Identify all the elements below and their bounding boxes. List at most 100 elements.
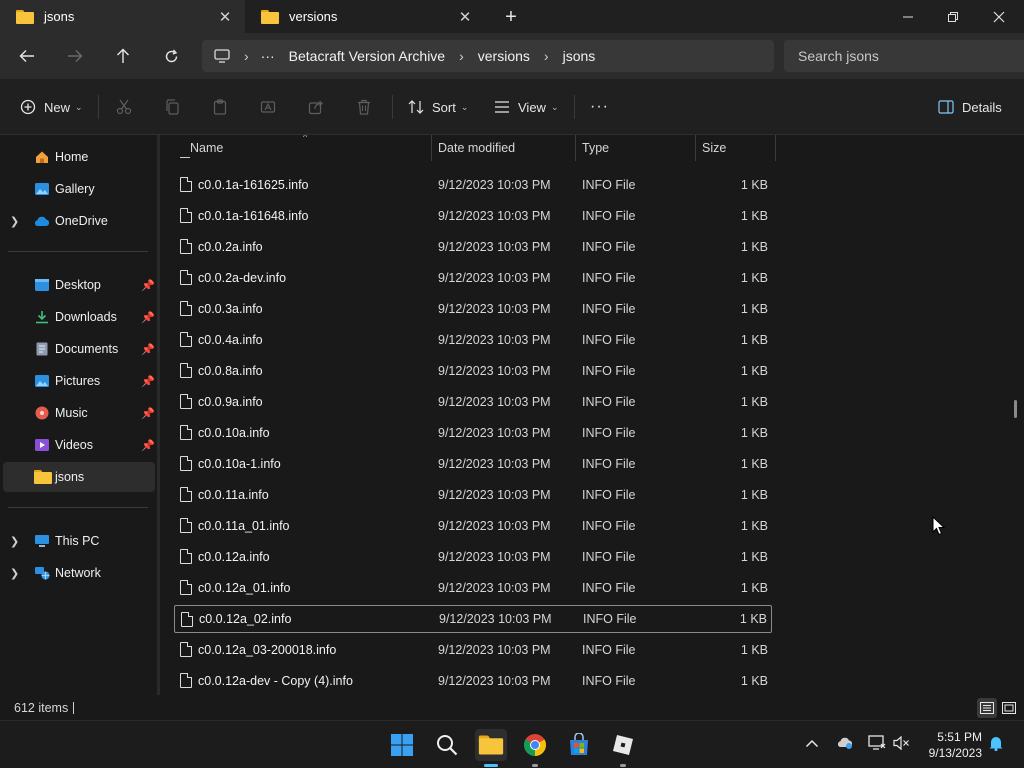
show-hidden-icons-button[interactable]	[805, 735, 819, 751]
paste-button[interactable]	[212, 93, 228, 121]
store-taskbar-button[interactable]	[563, 729, 595, 761]
delete-button[interactable]	[356, 93, 372, 121]
sidebar-item-desktop[interactable]: Desktop 📌	[0, 270, 157, 300]
chevron-right-icon[interactable]: ❯	[10, 535, 19, 548]
table-row[interactable]: c0.0.1a-161648.info 9/12/2023 10:03 PM INF…	[174, 202, 772, 230]
up-button[interactable]	[107, 41, 139, 71]
sidebar-item-home[interactable]: Home	[0, 142, 157, 172]
network-tray-button[interactable]	[868, 735, 886, 754]
table-row[interactable]: c0.0.11a.info 9/12/2023 10:03 PM INFO File…	[174, 481, 772, 509]
notifications-button[interactable]	[988, 735, 1004, 754]
file-icon	[180, 642, 192, 657]
details-button[interactable]: Details	[938, 93, 1002, 121]
tiles-view-icon	[1002, 702, 1016, 714]
table-row[interactable]: c0.0.12a_02.info 9/12/2023 10:03 PM INFO F…	[174, 605, 772, 633]
tiles-view-button[interactable]	[999, 698, 1019, 718]
details-view-button[interactable]	[977, 698, 997, 718]
close-tab-icon[interactable]: ✕	[453, 5, 477, 29]
table-row[interactable]: c0.0.1a-161625.info 9/12/2023 10:03 PM INF…	[174, 171, 772, 199]
see-more-button[interactable]: ···	[590, 93, 609, 121]
tab-versions[interactable]: versions ✕	[245, 0, 485, 33]
column-header-size[interactable]: Size	[702, 135, 726, 161]
clipboard-icon	[213, 99, 227, 115]
table-row[interactable]: c0.0.10a.info 9/12/2023 10:03 PM INFO File…	[174, 419, 772, 447]
running-app-indicator	[532, 764, 538, 767]
column-divider[interactable]	[695, 135, 696, 161]
pictures-icon	[35, 375, 49, 387]
cut-button[interactable]	[116, 93, 132, 121]
rename-button[interactable]	[260, 93, 276, 121]
file-explorer-taskbar-button[interactable]	[475, 729, 507, 761]
file-name: c0.0.10a-1.info	[198, 457, 281, 471]
column-divider[interactable]	[431, 135, 432, 161]
sidebar-item-music[interactable]: Music 📌	[0, 398, 157, 428]
volume-tray-button[interactable]	[893, 735, 911, 754]
title-bar: jsons ✕ versions ✕ +	[0, 0, 1024, 33]
sidebar-item-network[interactable]: ❯ Network	[0, 558, 157, 588]
column-divider[interactable]	[575, 135, 576, 161]
sidebar-item-jsons[interactable]: jsons	[3, 462, 155, 492]
file-icon	[180, 487, 192, 502]
table-row[interactable]: c0.0.2a-dev.info 9/12/2023 10:03 PM INFO F…	[174, 264, 772, 292]
restore-button[interactable]	[930, 0, 976, 33]
search-input[interactable]: Search jsons	[784, 40, 1024, 72]
table-row[interactable]: c0.0.12a_03-200018.info 9/12/2023 10:03 P…	[174, 636, 772, 664]
close-tab-icon[interactable]: ✕	[213, 5, 237, 29]
back-button[interactable]	[11, 41, 43, 71]
file-size: 1 KB	[740, 271, 768, 285]
breadcrumb-versions[interactable]: versions	[478, 48, 530, 64]
table-row[interactable]: c0.0.4a.info 9/12/2023 10:03 PM INFO File 1…	[174, 326, 772, 354]
table-row[interactable]: c0.0.2a.info 9/12/2023 10:03 PM INFO File 1…	[174, 233, 772, 261]
table-row[interactable]: c0.0.3a.info 9/12/2023 10:03 PM INFO File 1…	[174, 295, 772, 323]
sidebar-item-gallery[interactable]: Gallery	[0, 174, 157, 204]
table-row[interactable]: c0.0.12a-dev - Copy (4).info 9/12/2023 10…	[174, 667, 772, 695]
mouse-cursor-icon	[932, 516, 946, 536]
column-divider[interactable]	[775, 135, 776, 161]
copy-button[interactable]	[164, 93, 180, 121]
new-button[interactable]: New ⌄	[20, 93, 83, 121]
view-button[interactable]: View ⌄	[494, 93, 559, 121]
table-row[interactable]: c0.0.9a.info 9/12/2023 10:03 PM INFO File 1…	[174, 388, 772, 416]
sidebar-item-this-pc[interactable]: ❯ This PC	[0, 526, 157, 556]
forward-button[interactable]	[59, 41, 91, 71]
file-name: c0.0.11a_01.info	[198, 519, 290, 533]
new-tab-button[interactable]: +	[498, 4, 524, 30]
sidebar-item-documents[interactable]: Documents 📌	[0, 334, 157, 364]
chevron-right-icon[interactable]: ❯	[10, 215, 19, 228]
close-window-button[interactable]	[976, 0, 1022, 33]
breadcrumb-betacraft[interactable]: Betacraft Version Archive	[289, 48, 445, 64]
documents-icon	[36, 342, 48, 356]
tab-jsons[interactable]: jsons ✕	[0, 0, 245, 33]
roblox-taskbar-button[interactable]	[607, 729, 639, 761]
column-header-date[interactable]: Date modified	[438, 135, 515, 161]
breadcrumb-jsons[interactable]: jsons	[563, 48, 596, 64]
address-bar[interactable]: › ··· Betacraft Version Archive › versio…	[202, 40, 774, 72]
table-row[interactable]: c0.0.8a.info 9/12/2023 10:03 PM INFO File 1…	[174, 357, 772, 385]
refresh-button[interactable]	[155, 41, 187, 71]
start-button[interactable]	[386, 729, 418, 761]
sidebar-item-videos[interactable]: Videos 📌	[0, 430, 157, 460]
address-overflow[interactable]: ···	[261, 48, 275, 64]
file-list-scrollbar[interactable]	[1014, 400, 1017, 418]
view-label: View	[518, 99, 546, 115]
column-header-type[interactable]: Type	[582, 135, 609, 161]
table-row[interactable]: c0.0.12a.info 9/12/2023 10:03 PM INFO File…	[174, 543, 772, 571]
divider	[392, 95, 393, 119]
minimize-button[interactable]	[885, 0, 931, 33]
sidebar-item-onedrive[interactable]: ❯ OneDrive	[0, 206, 157, 236]
sidebar-item-pictures[interactable]: Pictures 📌	[0, 366, 157, 396]
sidebar-item-downloads[interactable]: Downloads 📌	[0, 302, 157, 332]
table-row[interactable]: c0.0.12a_01.info 9/12/2023 10:03 PM INFO F…	[174, 574, 772, 602]
onedrive-tray-button[interactable]	[836, 735, 854, 752]
column-header-name[interactable]: Name	[190, 135, 223, 161]
search-button[interactable]	[431, 729, 463, 761]
chevron-right-icon[interactable]: ❯	[10, 567, 19, 580]
system-clock[interactable]: 5:51 PM 9/13/2023	[910, 729, 982, 761]
file-name: c0.0.9a.info	[198, 395, 263, 409]
share-button[interactable]	[308, 93, 324, 121]
tab-title: versions	[289, 9, 338, 24]
table-row[interactable]: c0.0.10a-1.info 9/12/2023 10:03 PM INFO Fi…	[174, 450, 772, 478]
sort-button[interactable]: Sort ⌄	[408, 93, 468, 121]
table-row[interactable]: c0.0.11a_01.info 9/12/2023 10:03 PM INFO F…	[174, 512, 772, 540]
chrome-taskbar-button[interactable]	[519, 729, 551, 761]
